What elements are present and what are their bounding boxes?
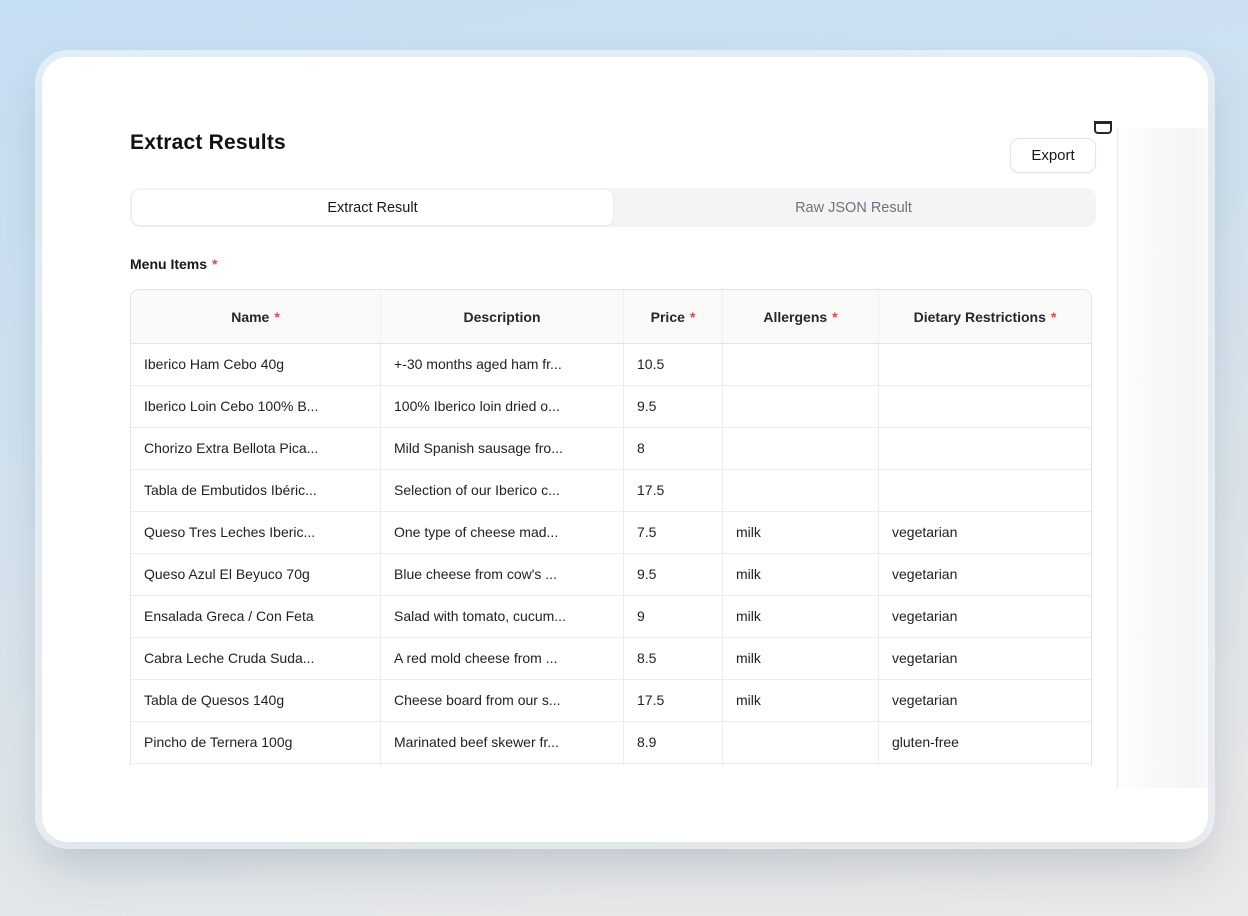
table-cell: Cheese board from our s...: [381, 680, 624, 722]
column-header: Description: [381, 290, 624, 344]
table-cell: [879, 344, 1091, 386]
table-cell: 17.5: [624, 470, 723, 512]
table-cell: 9.5: [624, 386, 723, 428]
table-cell: A red mold cheese from ...: [381, 638, 624, 680]
table-cell: Blue cheese from cow's ...: [381, 554, 624, 596]
column-header: Allergens *: [723, 290, 879, 344]
table-cell: Selection of our Iberico c...: [381, 470, 624, 512]
table-cell: +-30 months aged ham fr...: [381, 344, 624, 386]
scrollbar-gutter[interactable]: [1118, 128, 1208, 788]
table-cell: 9: [624, 596, 723, 638]
column-header-label: Dietary Restrictions: [914, 309, 1046, 325]
tab-raw-json-result[interactable]: Raw JSON Result: [613, 190, 1094, 225]
table-cell: milk: [723, 554, 879, 596]
table-cell-clipped: [381, 764, 624, 766]
table-cell: [879, 470, 1091, 512]
column-header: Price *: [624, 290, 723, 344]
table-cell: Salad with tomato, cucum...: [381, 596, 624, 638]
table-cell: 9.5: [624, 554, 723, 596]
required-asterisk: *: [1051, 309, 1056, 325]
table-cell: vegetarian: [879, 680, 1091, 722]
column-header-label: Name: [231, 309, 269, 325]
table-cell: One type of cheese mad...: [381, 512, 624, 554]
table-cell: Pincho de Ternera 100g: [131, 722, 381, 764]
tab-extract-result[interactable]: Extract Result: [132, 190, 613, 225]
table-cell: Iberico Ham Cebo 40g: [131, 344, 381, 386]
table-cell: milk: [723, 680, 879, 722]
table-cell: 8: [624, 428, 723, 470]
app-window-card: Extract Results Export Extract Result Ra…: [42, 57, 1208, 842]
table-cell: vegetarian: [879, 512, 1091, 554]
table-cell: gluten-free: [879, 722, 1091, 764]
partially-visible-icon: [1094, 121, 1112, 134]
table-cell: [723, 386, 879, 428]
table-cell: 8.9: [624, 722, 723, 764]
table-cell-clipped: [723, 764, 879, 766]
export-button[interactable]: Export: [1010, 138, 1096, 173]
table-cell: [723, 344, 879, 386]
required-asterisk: *: [832, 309, 837, 325]
table-cell-clipped: [879, 764, 1091, 766]
table-cell: Marinated beef skewer fr...: [381, 722, 624, 764]
table-cell: Tabla de Embutidos Ibéric...: [131, 470, 381, 512]
table-cell-clipped: [131, 764, 381, 766]
table-cell: vegetarian: [879, 554, 1091, 596]
column-header: Name *: [131, 290, 381, 344]
table-cell: Mild Spanish sausage fro...: [381, 428, 624, 470]
table-cell: 7.5: [624, 512, 723, 554]
table-cell: Chorizo Extra Bellota Pica...: [131, 428, 381, 470]
section-label-text: Menu Items: [130, 256, 207, 272]
table-cell: vegetarian: [879, 638, 1091, 680]
table-cell: [879, 428, 1091, 470]
table-cell: [879, 386, 1091, 428]
table-cell: [723, 428, 879, 470]
table-cell: 17.5: [624, 680, 723, 722]
menu-items-table[interactable]: Name*DescriptionPrice*Allergens*Dietary …: [130, 289, 1092, 766]
clipped-toolbar-icon-wrap[interactable]: [1094, 121, 1114, 134]
required-asterisk: *: [212, 256, 217, 272]
page-background: Extract Results Export Extract Result Ra…: [0, 0, 1248, 916]
required-asterisk: *: [690, 309, 695, 325]
table-cell: Cabra Leche Cruda Suda...: [131, 638, 381, 680]
table-cell: Ensalada Greca / Con Feta: [131, 596, 381, 638]
table-cell: [723, 722, 879, 764]
table-cell: milk: [723, 512, 879, 554]
table-cell: Queso Tres Leches Iberic...: [131, 512, 381, 554]
column-header-label: Description: [463, 309, 540, 325]
column-header-label: Allergens: [763, 309, 827, 325]
section-label-menu-items: Menu Items *: [130, 256, 217, 272]
table-cell: Queso Azul El Beyuco 70g: [131, 554, 381, 596]
table-cell: Tabla de Quesos 140g: [131, 680, 381, 722]
result-tabs: Extract Result Raw JSON Result: [130, 188, 1096, 227]
required-asterisk: *: [274, 309, 279, 325]
table-cell: [723, 470, 879, 512]
table-cell: 8.5: [624, 638, 723, 680]
table-cell: Iberico Loin Cebo 100% B...: [131, 386, 381, 428]
table-cell: vegetarian: [879, 596, 1091, 638]
table-cell: 100% Iberico loin dried o...: [381, 386, 624, 428]
page-title: Extract Results: [130, 131, 286, 155]
column-header: Dietary Restrictions *: [879, 290, 1091, 344]
table-cell: 10.5: [624, 344, 723, 386]
column-header-label: Price: [651, 309, 685, 325]
table-cell: milk: [723, 596, 879, 638]
menu-items-grid: Name*DescriptionPrice*Allergens*Dietary …: [131, 290, 1091, 766]
table-cell-clipped: [624, 764, 723, 766]
table-cell: milk: [723, 638, 879, 680]
